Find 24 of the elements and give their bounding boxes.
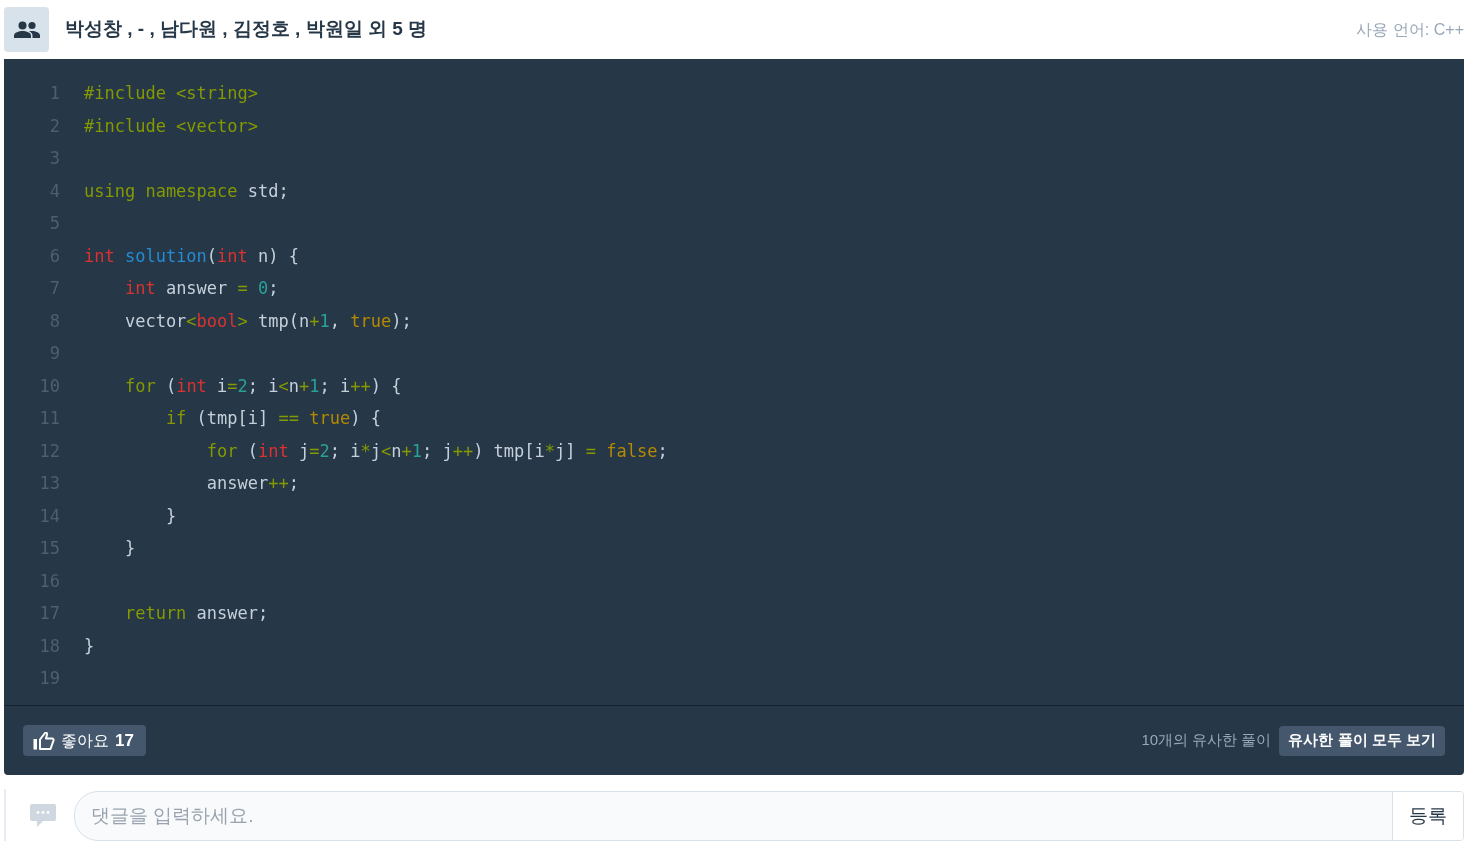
code-line: } (123, 537, 136, 560)
code-line: using namespace std; (84, 179, 289, 203)
thumbs-up-icon (33, 731, 55, 750)
code-line: int solution(int n) { (84, 244, 299, 268)
similar-count: 10개의 유사한 풀이 (1141, 730, 1272, 751)
code-line: #include <vector> (84, 114, 258, 138)
group-icon (4, 7, 49, 52)
comment-icon (30, 804, 56, 828)
code-line: for (int i=2; i<n+1; i++) { (123, 374, 402, 398)
code-line: } (164, 504, 177, 528)
code-line: if (tmp[i] == true) { (164, 407, 381, 430)
code-line: } (84, 634, 95, 658)
code-line: for (int j=2; i*j<n+1; j++) tmp[i*j] = false; (205, 439, 668, 463)
code-line: int answer = 0; (123, 277, 279, 300)
submit-button[interactable]: 등록 (1392, 792, 1463, 840)
code-line: vector<bool> tmp(n+1, true); (123, 309, 412, 333)
like-button[interactable]: 좋아요 17 (23, 725, 146, 756)
code-line: answer++; (205, 472, 299, 495)
code-line: return answer; (123, 602, 269, 625)
author-names: 박성창 , - , 남다원 , 김정호 , 박원일 외 5 명 (65, 17, 428, 42)
comment-field[interactable]: 댓글을 입력하세요. 등록 (74, 791, 1464, 841)
view-similar-button[interactable]: 유사한 풀이 모두 보기 (1279, 725, 1445, 756)
code-line: #include <string> (84, 82, 258, 105)
language-label: 사용 언어: C++ (1356, 19, 1464, 40)
